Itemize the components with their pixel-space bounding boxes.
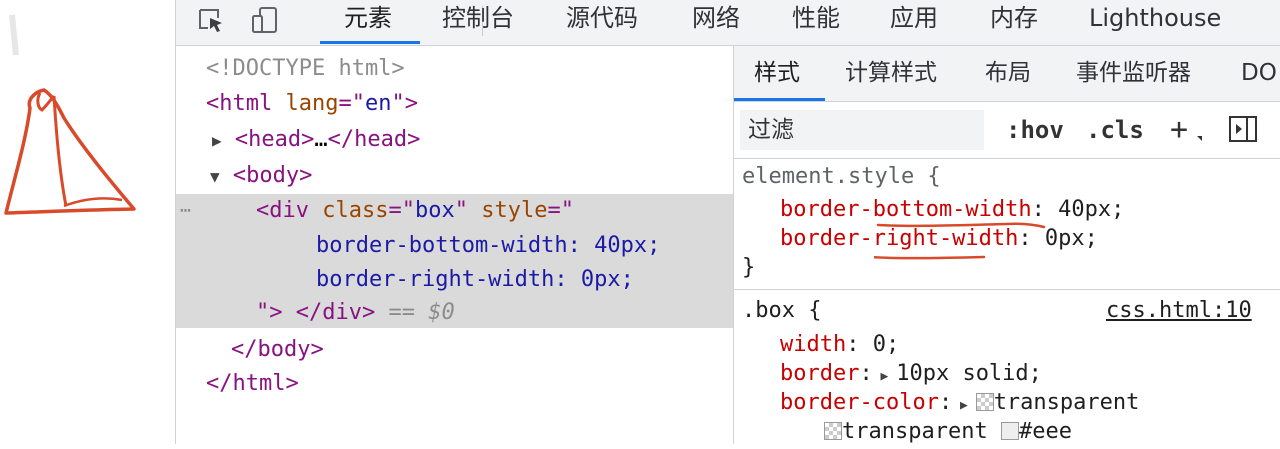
- collapsed-ellipsis: …: [314, 127, 328, 152]
- decl-value[interactable]: transparent: [842, 419, 988, 444]
- html-close-node[interactable]: </html>: [206, 367, 299, 401]
- expand-shorthand-icon[interactable]: ▶: [952, 398, 975, 413]
- head-node[interactable]: ▶ <head>…</head>: [212, 123, 420, 157]
- tab-memory[interactable]: 内存: [990, 0, 1038, 45]
- tab-sources[interactable]: 源代码: [566, 0, 638, 45]
- decl-value[interactable]: 40px: [1058, 197, 1111, 222]
- decl-property[interactable]: border-color: [780, 390, 939, 415]
- doctype-node[interactable]: <!DOCTYPE html>: [206, 52, 405, 86]
- new-rule-menu-icon[interactable]: [1197, 136, 1202, 141]
- box-decl-width[interactable]: width: 0;: [780, 330, 899, 360]
- filter-toolbar: :hov .cls +: [734, 102, 1280, 159]
- selected-node-marker: == $0: [388, 300, 455, 325]
- class-attr-name: class: [322, 198, 389, 223]
- subtab-dom-breakpoints[interactable]: DO: [1241, 46, 1277, 101]
- box-decl-border-color[interactable]: border-color: ▶ transparent: [780, 388, 1139, 418]
- styles-subtabs: 样式 计算样式 布局 事件监听器 DO: [734, 46, 1280, 102]
- hand-drawn-triangle-sketch: [4, 14, 136, 215]
- box-rule-source-link[interactable]: css.html:10: [1106, 296, 1252, 326]
- subtab-event-listeners[interactable]: 事件监听器: [1076, 46, 1191, 101]
- box-decl-border[interactable]: border: ▶ 10px solid;: [780, 359, 1042, 389]
- active-subtab-indicator: [734, 98, 825, 101]
- color-swatch-transparent[interactable]: [975, 393, 994, 411]
- html-close-tag-name: html: [232, 371, 286, 396]
- node-actions-dots[interactable]: ⋯: [180, 194, 191, 228]
- styles-pane: 样式 计算样式 布局 事件监听器 DO :hov .cls + element.…: [734, 46, 1280, 444]
- subtab-styles[interactable]: 样式: [754, 46, 800, 101]
- tab-network[interactable]: 网络: [692, 0, 740, 45]
- html-tag-name: html: [219, 91, 273, 116]
- div-tag-name: div: [269, 198, 309, 223]
- box-decl-border-color-cont: transparent #eee: [824, 417, 1072, 447]
- tab-console[interactable]: 控制台: [442, 0, 514, 45]
- div-box-node[interactable]: <div class="box" style=": [256, 194, 574, 228]
- div-close-tag-name: div: [322, 300, 362, 325]
- inspect-element-icon[interactable]: [196, 6, 228, 34]
- head-close-tag-name: head: [354, 127, 408, 152]
- decl-value[interactable]: #eee: [1019, 419, 1072, 444]
- style-attr-line-1: border-bottom-width: 40px;: [316, 233, 661, 258]
- body-node[interactable]: ▼ <body>: [210, 159, 312, 193]
- tab-performance[interactable]: 性能: [792, 0, 840, 45]
- decl-property[interactable]: width: [780, 332, 846, 357]
- decl-value[interactable]: 0: [873, 332, 886, 357]
- element-style-close-brace: }: [742, 255, 756, 280]
- expand-triangle-icon[interactable]: ▶: [212, 131, 222, 150]
- html-node[interactable]: <html lang="en">: [206, 87, 418, 121]
- decl-property[interactable]: border: [780, 361, 859, 386]
- rule-separator: [734, 289, 1280, 290]
- element-style-selector: element.style {: [742, 164, 941, 189]
- collapse-triangle-icon[interactable]: ▼: [210, 167, 220, 186]
- class-attr-value: box: [414, 198, 455, 223]
- body-close-node[interactable]: </body>: [231, 333, 324, 367]
- class-toggle[interactable]: .cls: [1086, 110, 1144, 150]
- tab-lighthouse[interactable]: Lighthouse: [1089, 0, 1221, 45]
- expand-shorthand-icon[interactable]: ▶: [873, 369, 896, 384]
- lang-attr-value: en: [364, 91, 392, 116]
- tab-application[interactable]: 应用: [890, 0, 938, 45]
- subtab-layout[interactable]: 布局: [985, 46, 1031, 101]
- device-toolbar-icon[interactable]: [250, 6, 282, 34]
- subtab-computed[interactable]: 计算样式: [845, 46, 937, 101]
- body-tag-name: body: [246, 163, 300, 188]
- toggle-computed-sidebar-icon[interactable]: [1228, 115, 1258, 148]
- devtools-toolbar: 元素 控制台 源代码 网络 性能 应用 内存 Lighthouse: [176, 0, 1280, 46]
- elements-panel: <!DOCTYPE html> <html lang="en"> ▶ <head…: [176, 46, 733, 444]
- lang-attr-name: lang: [285, 91, 339, 116]
- style-attr-name: style: [481, 198, 548, 223]
- decl-value[interactable]: 10px solid: [896, 361, 1028, 386]
- color-swatch-eee[interactable]: [1000, 422, 1019, 440]
- box-rule-selector: .box {: [742, 298, 822, 323]
- head-tag-name: head: [248, 127, 302, 152]
- page-preview: [0, 0, 175, 444]
- div-close-node[interactable]: "> </div> == $0: [256, 296, 455, 330]
- styles-filter-input[interactable]: [740, 110, 984, 150]
- source-link-text[interactable]: css.html:10: [1106, 298, 1252, 323]
- color-swatch-transparent[interactable]: [824, 422, 842, 440]
- hover-state-toggle[interactable]: :hov: [1006, 110, 1064, 150]
- new-style-rule-button[interactable]: +: [1170, 110, 1188, 150]
- body-close-tag-name: body: [257, 337, 311, 362]
- tab-elements[interactable]: 元素: [344, 0, 392, 45]
- active-tab-indicator: [320, 41, 420, 44]
- style-attr-line-2: border-right-width: 0px;: [316, 267, 634, 292]
- decl-property[interactable]: border-bottom-width: [780, 197, 1032, 222]
- decl-value[interactable]: transparent: [994, 390, 1140, 415]
- hand-drawn-underline: [874, 222, 1046, 260]
